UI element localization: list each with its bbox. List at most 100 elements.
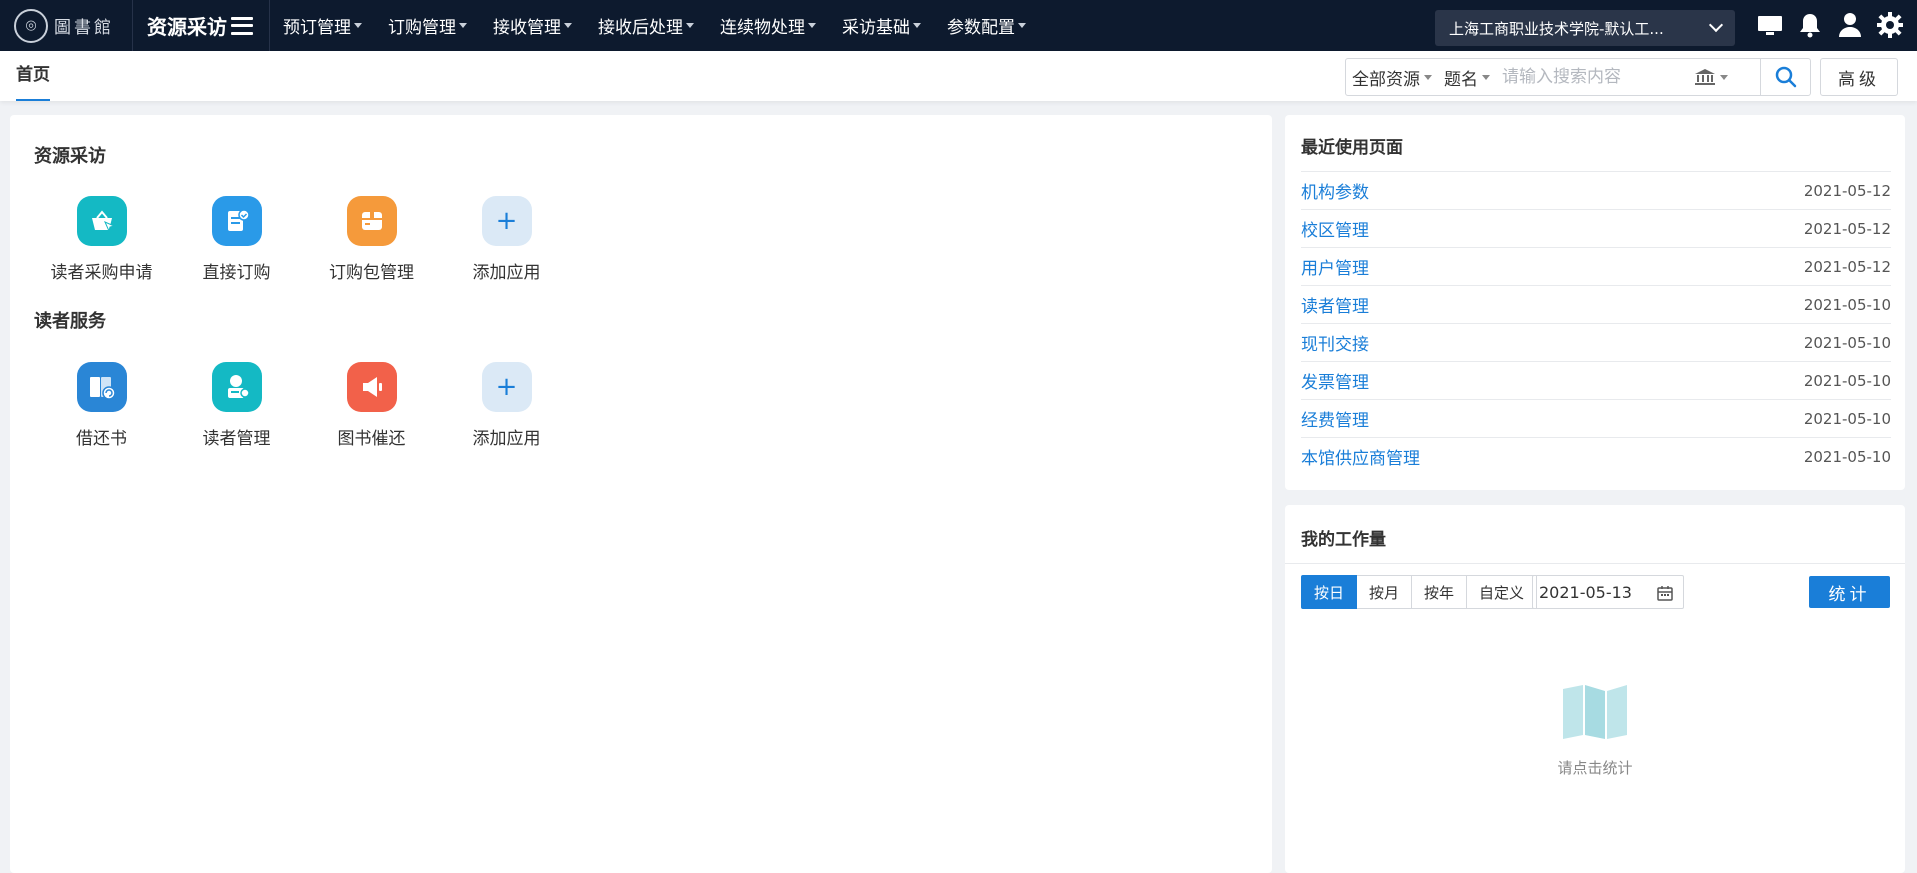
recent-page-date: 2021-05-12 [1803, 181, 1891, 200]
app-row-acquisition: 读者采购申请 直接订购 订购包管理 + 添加应用 [34, 196, 574, 283]
nav-item-2[interactable]: 接收管理 [480, 0, 585, 51]
calendar-icon [1657, 586, 1673, 601]
recent-page-link[interactable]: 校区管理 [1301, 216, 1369, 241]
section-title-reader-service: 读者服务 [34, 311, 106, 332]
resource-scope-select[interactable]: 全部资源 [1346, 59, 1438, 95]
library-logo[interactable]: ◎ 圖書館 [0, 0, 133, 51]
search-box: 全部资源 题名 [1345, 58, 1811, 96]
caret-down-icon [1720, 74, 1728, 80]
caret-down-icon [1482, 74, 1490, 80]
app-tile[interactable]: 订购包管理 [304, 196, 439, 283]
library-scope-select[interactable] [1686, 68, 1736, 86]
recent-page-row: 机构参数 2021-05-12 [1301, 171, 1891, 209]
recent-page-link[interactable]: 用户管理 [1301, 254, 1369, 279]
nav-item-label: 接收管理 [493, 18, 561, 38]
order-doc-icon [211, 196, 262, 246]
nav-item-0[interactable]: 预订管理 [270, 0, 375, 51]
empty-state-text: 请点击统计 [1557, 759, 1633, 777]
app-tile[interactable]: 图书催还 [304, 362, 439, 449]
recent-page-date: 2021-05-10 [1803, 409, 1891, 428]
date-picker[interactable]: 2021-05-13 [1532, 575, 1684, 609]
nav-item-label: 采访基础 [842, 18, 910, 38]
top-icons [1757, 12, 1903, 38]
recent-page-link[interactable]: 本馆供应商管理 [1301, 444, 1420, 469]
add-app-button[interactable]: + 添加应用 [439, 362, 574, 449]
caret-down-icon [1018, 23, 1026, 28]
nav-item-label: 预订管理 [283, 18, 351, 38]
tab-home[interactable]: 首页 [16, 51, 50, 101]
module-title[interactable]: 资源采访 [133, 0, 270, 51]
org-selector-value: 上海工商职业技术学院-默认工... [1449, 19, 1664, 38]
recent-page-link[interactable]: 经费管理 [1301, 406, 1369, 431]
megaphone-icon [346, 362, 397, 412]
divider [1285, 563, 1905, 564]
period-button[interactable]: 按日 [1301, 575, 1358, 609]
workload-panel: 我的工作量 按日 按月 按年 自定义 2021-05-13 统计 请点击统计 [1285, 505, 1905, 873]
resource-scope-value: 全部资源 [1352, 69, 1420, 90]
monitor-icon[interactable] [1757, 12, 1783, 38]
nav-item-3[interactable]: 接收后处理 [585, 0, 707, 51]
search-icon [1775, 66, 1796, 88]
app-label: 读者采购申请 [50, 263, 153, 283]
recent-pages-panel: 最近使用页面 机构参数 2021-05-12 校区管理 2021-05-12 用户管理 2… [1285, 115, 1905, 490]
stat-button[interactable]: 统计 [1809, 576, 1890, 608]
bell-icon[interactable] [1797, 12, 1823, 38]
book-return-icon [76, 362, 127, 412]
recent-page-row: 用户管理 2021-05-12 [1301, 247, 1891, 285]
nav-item-1[interactable]: 订购管理 [375, 0, 480, 51]
recent-page-link[interactable]: 读者管理 [1301, 292, 1369, 317]
user-icon[interactable] [1837, 12, 1863, 38]
app-tile[interactable]: 直接订购 [169, 196, 304, 283]
library-seal-icon: ◎ [14, 8, 48, 43]
app-label: 读者管理 [202, 429, 271, 449]
caret-down-icon [564, 23, 572, 28]
nav-item-6[interactable]: 参数配置 [934, 0, 1039, 51]
add-app-button[interactable]: + 添加应用 [439, 196, 574, 283]
app-label: 订购包管理 [329, 263, 414, 283]
advanced-search-button[interactable]: 高级 [1820, 58, 1898, 96]
app-tile[interactable]: 读者管理 [169, 362, 304, 449]
search-field-select[interactable]: 题名 [1438, 59, 1496, 95]
period-button[interactable]: 按年 [1412, 575, 1468, 609]
caret-down-icon [686, 23, 694, 28]
search-input[interactable] [1496, 67, 1686, 87]
period-button[interactable]: 按月 [1357, 575, 1413, 609]
app-label: 图书催还 [337, 429, 406, 449]
module-title-text: 资源采访 [147, 15, 227, 39]
app-tile[interactable]: 读者采购申请 [34, 196, 169, 283]
recent-page-date: 2021-05-10 [1803, 333, 1891, 352]
nav-item-4[interactable]: 连续物处理 [707, 0, 829, 51]
recent-page-date: 2021-05-10 [1803, 371, 1891, 390]
section-title-acquisition: 资源采访 [34, 146, 106, 167]
recent-page-date: 2021-05-10 [1803, 295, 1891, 314]
app-label: 借还书 [76, 429, 127, 449]
reader-card-icon [211, 362, 262, 412]
nav-item-5[interactable]: 采访基础 [829, 0, 934, 51]
recent-page-date: 2021-05-10 [1803, 447, 1891, 466]
nav-item-label: 连续物处理 [720, 18, 805, 38]
gear-icon[interactable] [1877, 12, 1903, 38]
app-launcher-panel: 资源采访 读者采购申请 直接订购 订购包管理 + 添加应用 读者服务 借还书 读者管理 图书… [10, 115, 1272, 873]
app-tile[interactable]: 借还书 [34, 362, 169, 449]
plus-icon: + [481, 196, 532, 246]
recent-page-row: 读者管理 2021-05-10 [1301, 285, 1891, 323]
app-label: 直接订购 [202, 263, 271, 283]
chevron-down-icon [1708, 17, 1724, 33]
recent-pages-title: 最近使用页面 [1301, 138, 1403, 158]
main-nav: 预订管理 订购管理 接收管理 接收后处理 连续物处理 采访基础 参数配置 [270, 0, 1039, 51]
search-field-value: 题名 [1444, 69, 1478, 90]
library-logo-text: 圖書館 [54, 18, 114, 38]
org-selector[interactable]: 上海工商职业技术学院-默认工... [1435, 10, 1735, 46]
recent-page-link[interactable]: 发票管理 [1301, 368, 1369, 393]
hamburger-menu-icon[interactable] [231, 16, 253, 35]
recent-pages-list: 机构参数 2021-05-12 校区管理 2021-05-12 用户管理 2021-05-… [1301, 171, 1891, 475]
app-label: 添加应用 [472, 429, 541, 449]
recent-page-link[interactable]: 现刊交接 [1301, 330, 1369, 355]
period-button[interactable]: 自定义 [1467, 575, 1538, 609]
nav-item-label: 接收后处理 [598, 18, 683, 38]
recent-page-link[interactable]: 机构参数 [1301, 178, 1369, 203]
search-button[interactable] [1760, 58, 1810, 96]
date-picker-value: 2021-05-13 [1539, 582, 1632, 602]
caret-down-icon [354, 23, 362, 28]
package-icon [346, 196, 397, 246]
